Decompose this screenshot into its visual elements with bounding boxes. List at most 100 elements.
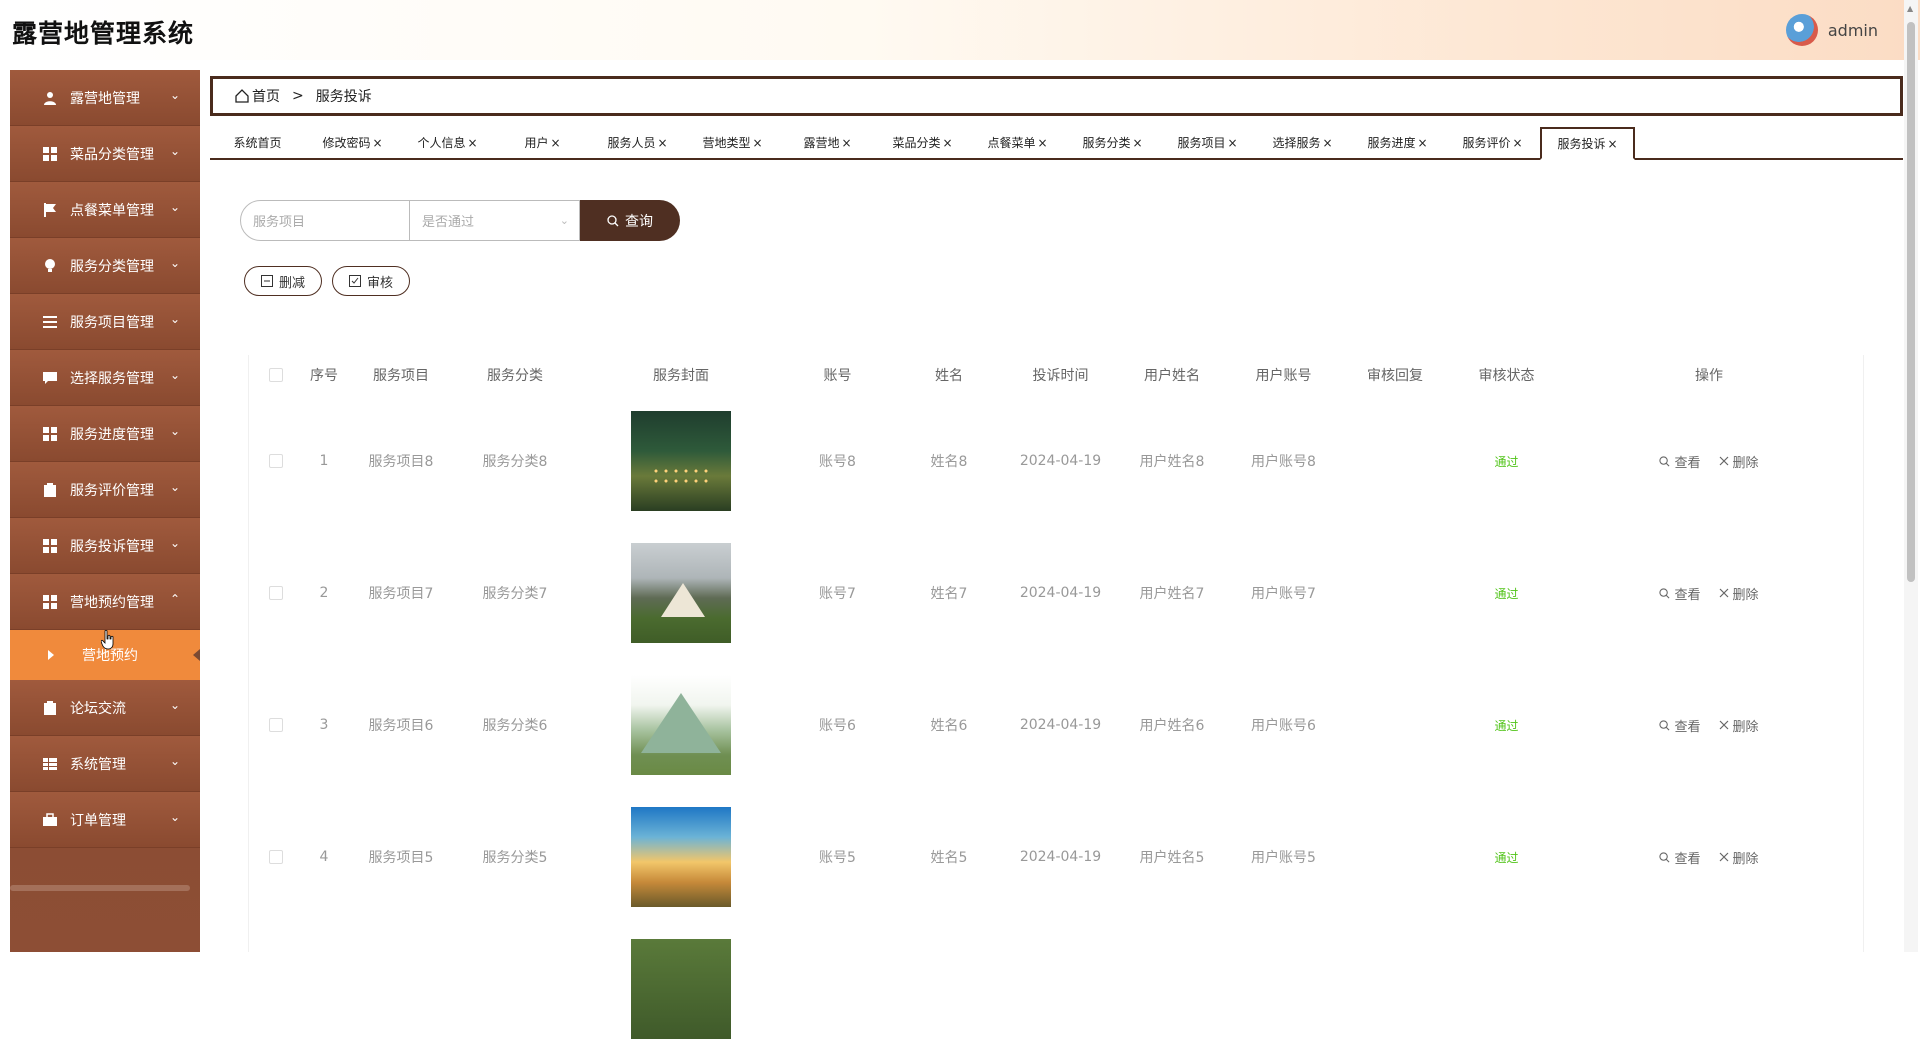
close-icon[interactable]: × [372,136,382,150]
tab-profile[interactable]: 个人信息 × [400,127,495,158]
view-button[interactable]: 查看 [1659,716,1701,735]
view-label[interactable]: 查看 [1674,584,1700,603]
view-label[interactable]: 查看 [1674,848,1700,867]
search-button-label[interactable]: 查询 [625,211,653,231]
close-icon[interactable]: × [1227,136,1237,150]
tab-campsite[interactable]: 露营地 × [780,127,875,158]
view-button[interactable]: 查看 [1659,452,1701,471]
row-checkbox[interactable] [269,850,283,864]
tab-user[interactable]: 用户 × [495,127,590,158]
service-cover-image[interactable] [631,675,731,775]
row-checkbox[interactable] [269,454,283,468]
close-icon[interactable]: × [1132,136,1142,150]
tab-service-review[interactable]: 服务评价 × [1445,127,1540,158]
delete-label[interactable]: 删除 [1733,584,1759,603]
close-icon[interactable]: × [942,136,952,150]
scrollbar-thumb[interactable] [1907,22,1915,582]
service-cover-image[interactable] [631,411,731,511]
delete-button-label[interactable]: 删减 [279,272,305,291]
tab-label[interactable]: 露营地 [803,134,839,151]
breadcrumb-home[interactable]: 首页 [235,86,280,106]
view-label[interactable]: 查看 [1674,452,1700,471]
close-icon[interactable]: × [841,136,851,150]
tab-service-complaint[interactable]: 服务投诉 × [1540,127,1635,160]
row-checkbox[interactable] [269,586,283,600]
tab-label[interactable]: 服务分类 [1082,134,1130,151]
tab-select-service[interactable]: 选择服务 × [1255,127,1350,158]
sidebar-item-service-item[interactable]: 服务项目管理 ⌄ [10,294,200,350]
sidebar-item-orders[interactable]: 订单管理 ⌄ [10,792,200,848]
service-cover-image[interactable] [631,543,731,643]
sidebar-item-service-category[interactable]: 服务分类管理 ⌄ [10,238,200,294]
tab-service-item[interactable]: 服务项目 × [1160,127,1255,158]
delete-row-button[interactable]: 删除 [1719,848,1759,867]
service-cover-image[interactable] [631,939,731,1039]
search-button[interactable]: 查询 [580,200,680,241]
delete-label[interactable]: 删除 [1733,716,1759,735]
tab-label[interactable]: 服务人员 [607,134,655,151]
close-icon[interactable]: × [657,136,667,150]
tab-label[interactable]: 点餐菜单 [987,134,1035,151]
tab-menu[interactable]: 点餐菜单 × [970,127,1065,158]
close-icon[interactable]: × [1512,136,1522,150]
tab-label[interactable]: 服务进度 [1367,134,1415,151]
view-label[interactable]: 查看 [1674,716,1700,735]
row-checkbox[interactable] [269,718,283,732]
tab-label[interactable]: 系统首页 [233,134,281,151]
breadcrumb-home-label[interactable]: 首页 [252,86,280,106]
tab-service-category[interactable]: 服务分类 × [1065,127,1160,158]
tab-dish-category[interactable]: 菜品分类 × [875,127,970,158]
scroll-up-icon[interactable]: ▲ [1907,4,1913,13]
tab-label[interactable]: 服务投诉 [1557,135,1605,152]
tab-label[interactable]: 营地类型 [702,134,750,151]
sidebar-item-system[interactable]: 系统管理 ⌄ [10,736,200,792]
sidebar-item-service-complaint[interactable]: 服务投诉管理 ⌄ [10,518,200,574]
close-icon[interactable]: × [752,136,762,150]
view-button[interactable]: 查看 [1659,584,1701,603]
delete-row-button[interactable]: 删除 [1719,452,1759,471]
page-scrollbar[interactable]: ▲ [1904,0,1918,952]
tab-service-progress[interactable]: 服务进度 × [1350,127,1445,158]
sidebar-item-select-service[interactable]: 选择服务管理 ⌄ [10,350,200,406]
tab-staff[interactable]: 服务人员 × [590,127,685,158]
close-icon[interactable]: × [1417,136,1427,150]
service-item-input[interactable]: 服务项目 [240,200,410,241]
review-button[interactable]: 审核 [332,266,411,296]
tab-home[interactable]: 系统首页 [210,127,305,158]
delete-row-button[interactable]: 删除 [1719,716,1759,735]
tab-change-password[interactable]: 修改密码 × [305,127,400,158]
approval-status-placeholder[interactable]: 是否通过 [422,211,474,230]
sidebar-item-campsite[interactable]: 露营地管理 ⌄ [10,70,200,126]
sidebar-item-dish-category[interactable]: 菜品分类管理 ⌄ [10,126,200,182]
delete-row-button[interactable]: 删除 [1719,584,1759,603]
service-cover-image[interactable] [631,807,731,907]
delete-button[interactable]: 删减 [244,266,323,296]
select-all-checkbox[interactable] [269,368,283,382]
delete-label[interactable]: 删除 [1733,452,1759,471]
tab-camp-type[interactable]: 营地类型 × [685,127,780,158]
sidebar-item-forum[interactable]: 论坛交流 ⌄ [10,680,200,736]
close-icon[interactable]: × [467,136,477,150]
close-icon[interactable]: × [1322,136,1332,150]
sidebar-item-service-progress[interactable]: 服务进度管理 ⌄ [10,406,200,462]
close-icon[interactable]: × [1607,137,1617,151]
review-button-label[interactable]: 审核 [367,272,393,291]
tab-label[interactable]: 选择服务 [1272,134,1320,151]
sidebar-item-menu[interactable]: 点餐菜单管理 ⌄ [10,182,200,238]
sidebar-horizontal-scrollbar[interactable] [10,885,190,891]
tab-label[interactable]: 修改密码 [322,134,370,151]
sidebar-item-service-review[interactable]: 服务评价管理 ⌄ [10,462,200,518]
approval-status-select[interactable]: 是否通过 ⌄ [410,200,580,241]
tab-label[interactable]: 用户 [524,134,548,151]
tab-label[interactable]: 服务项目 [1177,134,1225,151]
user-menu[interactable]: admin [1785,14,1878,46]
tab-label[interactable]: 菜品分类 [892,134,940,151]
close-icon[interactable]: × [550,136,560,150]
close-icon[interactable]: × [1037,136,1047,150]
avatar[interactable] [1785,14,1818,46]
view-button[interactable]: 查看 [1659,848,1701,867]
delete-label[interactable]: 删除 [1733,848,1759,867]
tab-label[interactable]: 服务评价 [1462,134,1510,151]
sidebar-item-camp-booking[interactable]: 营地预约管理 ⌃ [10,574,200,630]
tab-label[interactable]: 个人信息 [417,134,465,151]
